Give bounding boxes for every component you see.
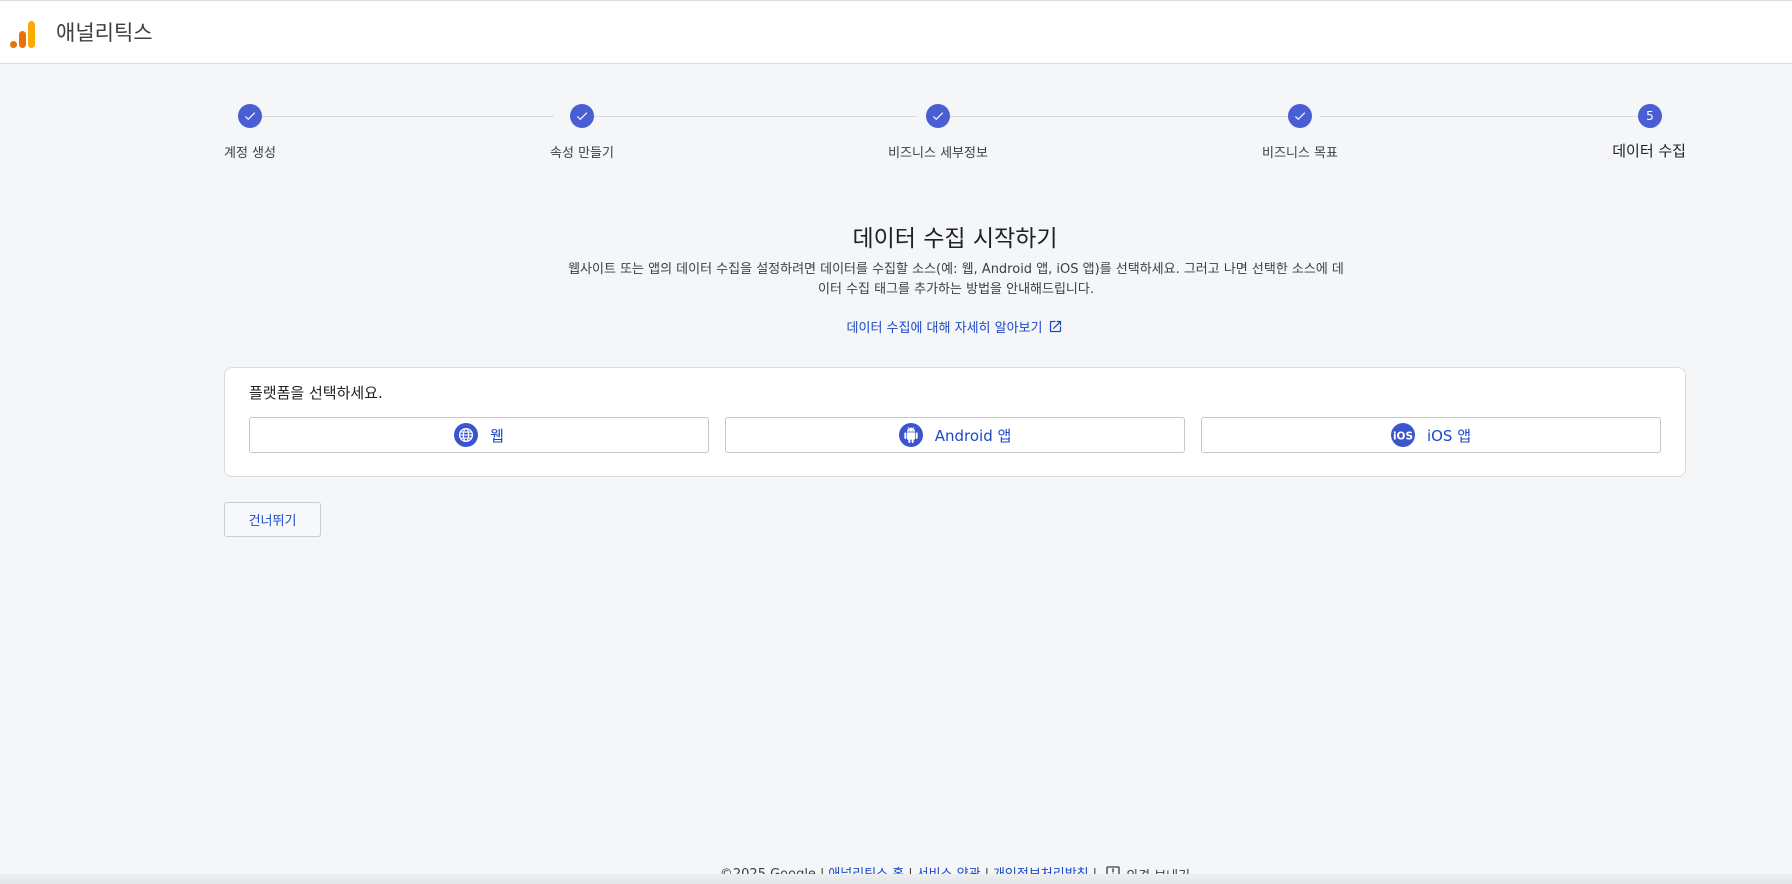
globe-icon [454, 423, 479, 447]
step-label: 비즈니스 세부정보 [888, 146, 988, 161]
check-icon [932, 112, 944, 121]
step-active-circle: 5 [1638, 104, 1662, 128]
step-done-circle [570, 104, 594, 128]
platform-heading: 플랫폼을 선택하세요. [249, 384, 383, 402]
platform-android-label: Android 앱 [934, 426, 1012, 445]
platform-web-label: 웹 [490, 426, 504, 445]
app-title: 애널리틱스 [56, 21, 153, 45]
skip-button[interactable]: 건너뛰기 [224, 502, 321, 537]
step-account-create: 계정 생성 [224, 104, 276, 161]
step-property-create: 속성 만들기 [472, 104, 692, 161]
top-app-bar: 애널리틱스 [0, 0, 1792, 64]
step-done-circle [926, 104, 950, 128]
step-business-goals: 비즈니스 목표 [1190, 104, 1410, 161]
platform-ios-button[interactable]: iOS iOS 앱 [1201, 417, 1661, 453]
description-line: 이터 수집 태그를 추가하는 방법을 안내해드립니다. [818, 282, 1094, 297]
platform-web-button[interactable]: 웹 [249, 417, 709, 453]
platform-android-button[interactable]: Android 앱 [725, 417, 1185, 453]
ios-icon: iOS [1390, 423, 1415, 447]
step-label: 계정 생성 [224, 146, 276, 161]
check-icon [1294, 112, 1306, 121]
step-business-details: 비즈니스 세부정보 [828, 104, 1048, 161]
step-done-circle [238, 104, 262, 128]
page-title: 데이터 수집 시작하기 [852, 226, 1058, 252]
page-description: 웹사이트 또는 앱의 데이터 수집을 설정하려면 데이터를 수집할 소스(예: … [556, 260, 1356, 300]
setup-stepper: 계정 생성 속성 만들기 비즈니스 세부정보 비즈니스 목표 5 데이터 수집 [224, 100, 1686, 170]
step-label-active: 데이터 수집 [1612, 142, 1686, 160]
analytics-logo[interactable] [10, 19, 36, 49]
platform-card: 플랫폼을 선택하세요. 웹 Android 앱 iOS iOS 앱 [224, 367, 1686, 477]
check-icon [244, 112, 256, 121]
open-in-new-icon [1048, 319, 1063, 338]
learn-more-link[interactable]: 데이터 수집에 대해 자세히 알아보기 [0, 317, 1792, 338]
svg-text:iOS: iOS [1393, 431, 1413, 442]
platform-ios-label: iOS 앱 [1426, 426, 1472, 445]
step-data-collection: 5 데이터 수집 [1612, 104, 1686, 161]
step-done-circle [1288, 104, 1312, 128]
learn-more-label: 데이터 수집에 대해 자세히 알아보기 [846, 321, 1043, 336]
step-label: 속성 만들기 [550, 146, 614, 161]
android-icon [898, 423, 923, 447]
check-icon [576, 112, 588, 121]
footer-shadow [0, 874, 1792, 884]
description-line: 웹사이트 또는 앱의 데이터 수집을 설정하려면 데이터를 수집할 소스(예: … [568, 262, 1344, 277]
step-label: 비즈니스 목표 [1262, 146, 1338, 161]
